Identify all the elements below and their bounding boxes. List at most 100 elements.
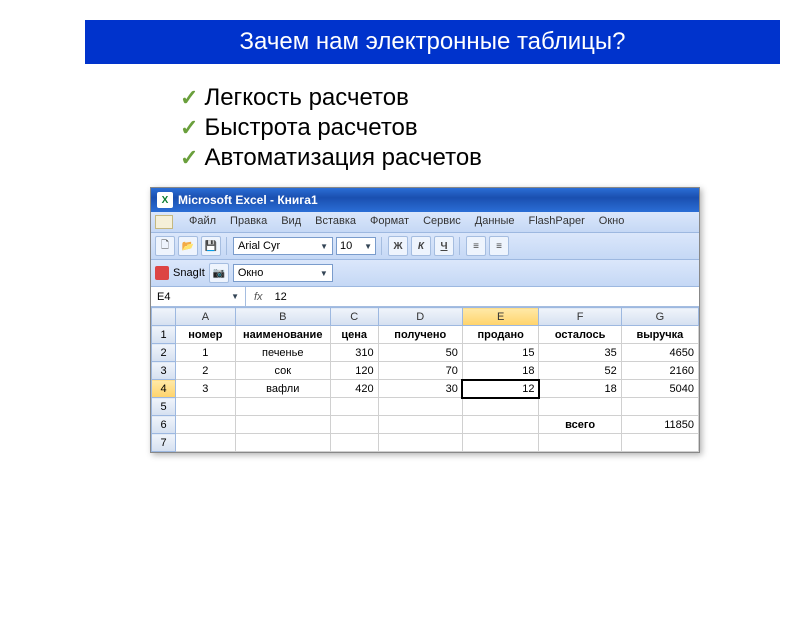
menu-flashpaper[interactable]: FlashPaper <box>529 215 585 229</box>
cell[interactable] <box>235 398 330 416</box>
italic-button[interactable]: К <box>411 236 431 256</box>
selected-cell[interactable]: 12 <box>462 380 539 398</box>
formula-value[interactable]: 12 <box>271 291 291 303</box>
cell[interactable]: 2 <box>176 362 236 380</box>
col-header-d[interactable]: D <box>378 308 462 326</box>
col-header-g[interactable]: G <box>621 308 698 326</box>
col-header-f[interactable]: F <box>539 308 621 326</box>
bullet-item: ✓Быстрота расчетов <box>180 114 800 142</box>
cell[interactable]: 3 <box>176 380 236 398</box>
cell[interactable] <box>462 434 539 452</box>
name-box[interactable]: E4▼ <box>151 287 246 306</box>
table-row: 2 1 печенье 310 50 15 35 4650 <box>152 344 699 362</box>
col-header-c[interactable]: C <box>330 308 378 326</box>
snagit-label: SnagIt <box>173 267 205 279</box>
col-header-e[interactable]: E <box>462 308 539 326</box>
font-selector[interactable]: Arial Cyr▼ <box>233 237 333 255</box>
cell[interactable]: всего <box>539 416 621 434</box>
cell[interactable]: 5040 <box>621 380 698 398</box>
menu-format[interactable]: Формат <box>370 215 409 229</box>
cell[interactable]: выручка <box>621 326 698 344</box>
row-header[interactable]: 3 <box>152 362 176 380</box>
check-icon: ✓ <box>180 115 198 141</box>
cell[interactable]: 4650 <box>621 344 698 362</box>
align-left-icon[interactable]: ≡ <box>466 236 486 256</box>
window-title-text: Microsoft Excel - Книга1 <box>178 193 318 207</box>
menu-view[interactable]: Вид <box>281 215 301 229</box>
table-row: 1 номер наименование цена получено прода… <box>152 326 699 344</box>
col-header-a[interactable]: A <box>176 308 236 326</box>
cell[interactable] <box>330 416 378 434</box>
menu-insert[interactable]: Вставка <box>315 215 356 229</box>
cell[interactable]: 310 <box>330 344 378 362</box>
cell[interactable] <box>235 434 330 452</box>
check-icon: ✓ <box>180 145 198 171</box>
row-header[interactable]: 7 <box>152 434 176 452</box>
excel-icon: X <box>157 192 173 208</box>
cell[interactable]: 2160 <box>621 362 698 380</box>
cell[interactable]: 52 <box>539 362 621 380</box>
cell[interactable]: 50 <box>378 344 462 362</box>
align-center-icon[interactable]: ≡ <box>489 236 509 256</box>
col-header-b[interactable]: B <box>235 308 330 326</box>
cell[interactable]: 1 <box>176 344 236 362</box>
cell[interactable]: цена <box>330 326 378 344</box>
column-headers: A B C D E F G <box>152 308 699 326</box>
select-all-corner[interactable] <box>152 308 176 326</box>
cell[interactable]: 70 <box>378 362 462 380</box>
save-icon[interactable]: 💾 <box>201 236 221 256</box>
cell[interactable]: номер <box>176 326 236 344</box>
menu-window[interactable]: Окно <box>599 215 625 229</box>
cell[interactable] <box>462 416 539 434</box>
cell[interactable]: сок <box>235 362 330 380</box>
menu-tools[interactable]: Сервис <box>423 215 461 229</box>
cell[interactable]: вафли <box>235 380 330 398</box>
cell[interactable] <box>621 434 698 452</box>
row-header[interactable]: 4 <box>152 380 176 398</box>
row-header[interactable]: 2 <box>152 344 176 362</box>
cell[interactable] <box>621 398 698 416</box>
cell[interactable]: 420 <box>330 380 378 398</box>
menu-data[interactable]: Данные <box>475 215 515 229</box>
cell[interactable] <box>330 398 378 416</box>
cell[interactable] <box>462 398 539 416</box>
cell[interactable] <box>330 434 378 452</box>
cell[interactable] <box>176 434 236 452</box>
cell[interactable]: 120 <box>330 362 378 380</box>
separator <box>459 237 461 255</box>
menu-file[interactable]: Файл <box>189 215 216 229</box>
cell[interactable]: продано <box>462 326 539 344</box>
row-header[interactable]: 5 <box>152 398 176 416</box>
snagit-capture-icon[interactable]: 📷 <box>209 263 229 283</box>
cell[interactable] <box>539 398 621 416</box>
cell[interactable]: 30 <box>378 380 462 398</box>
cell[interactable] <box>378 398 462 416</box>
cell[interactable] <box>378 416 462 434</box>
window-titlebar: X Microsoft Excel - Книга1 <box>151 188 699 212</box>
new-doc-icon[interactable]: 🗋 <box>155 236 175 256</box>
row-header[interactable]: 1 <box>152 326 176 344</box>
excel-window: X Microsoft Excel - Книга1 Файл Правка В… <box>150 187 700 453</box>
snagit-window-dropdown[interactable]: Окно▼ <box>233 264 333 282</box>
cell[interactable] <box>176 398 236 416</box>
cell[interactable]: 11850 <box>621 416 698 434</box>
cell[interactable]: 15 <box>462 344 539 362</box>
cell[interactable]: 35 <box>539 344 621 362</box>
cell[interactable]: получено <box>378 326 462 344</box>
open-icon[interactable]: 📂 <box>178 236 198 256</box>
cell[interactable]: 18 <box>539 380 621 398</box>
menu-edit[interactable]: Правка <box>230 215 267 229</box>
cell[interactable]: печенье <box>235 344 330 362</box>
bold-button[interactable]: Ж <box>388 236 408 256</box>
cell[interactable]: наименование <box>235 326 330 344</box>
fx-label[interactable]: fx <box>246 291 271 303</box>
row-header[interactable]: 6 <box>152 416 176 434</box>
cell[interactable] <box>539 434 621 452</box>
cell[interactable] <box>378 434 462 452</box>
cell[interactable] <box>235 416 330 434</box>
cell[interactable]: осталось <box>539 326 621 344</box>
cell[interactable] <box>176 416 236 434</box>
underline-button[interactable]: Ч <box>434 236 454 256</box>
font-size-selector[interactable]: 10▼ <box>336 237 376 255</box>
cell[interactable]: 18 <box>462 362 539 380</box>
